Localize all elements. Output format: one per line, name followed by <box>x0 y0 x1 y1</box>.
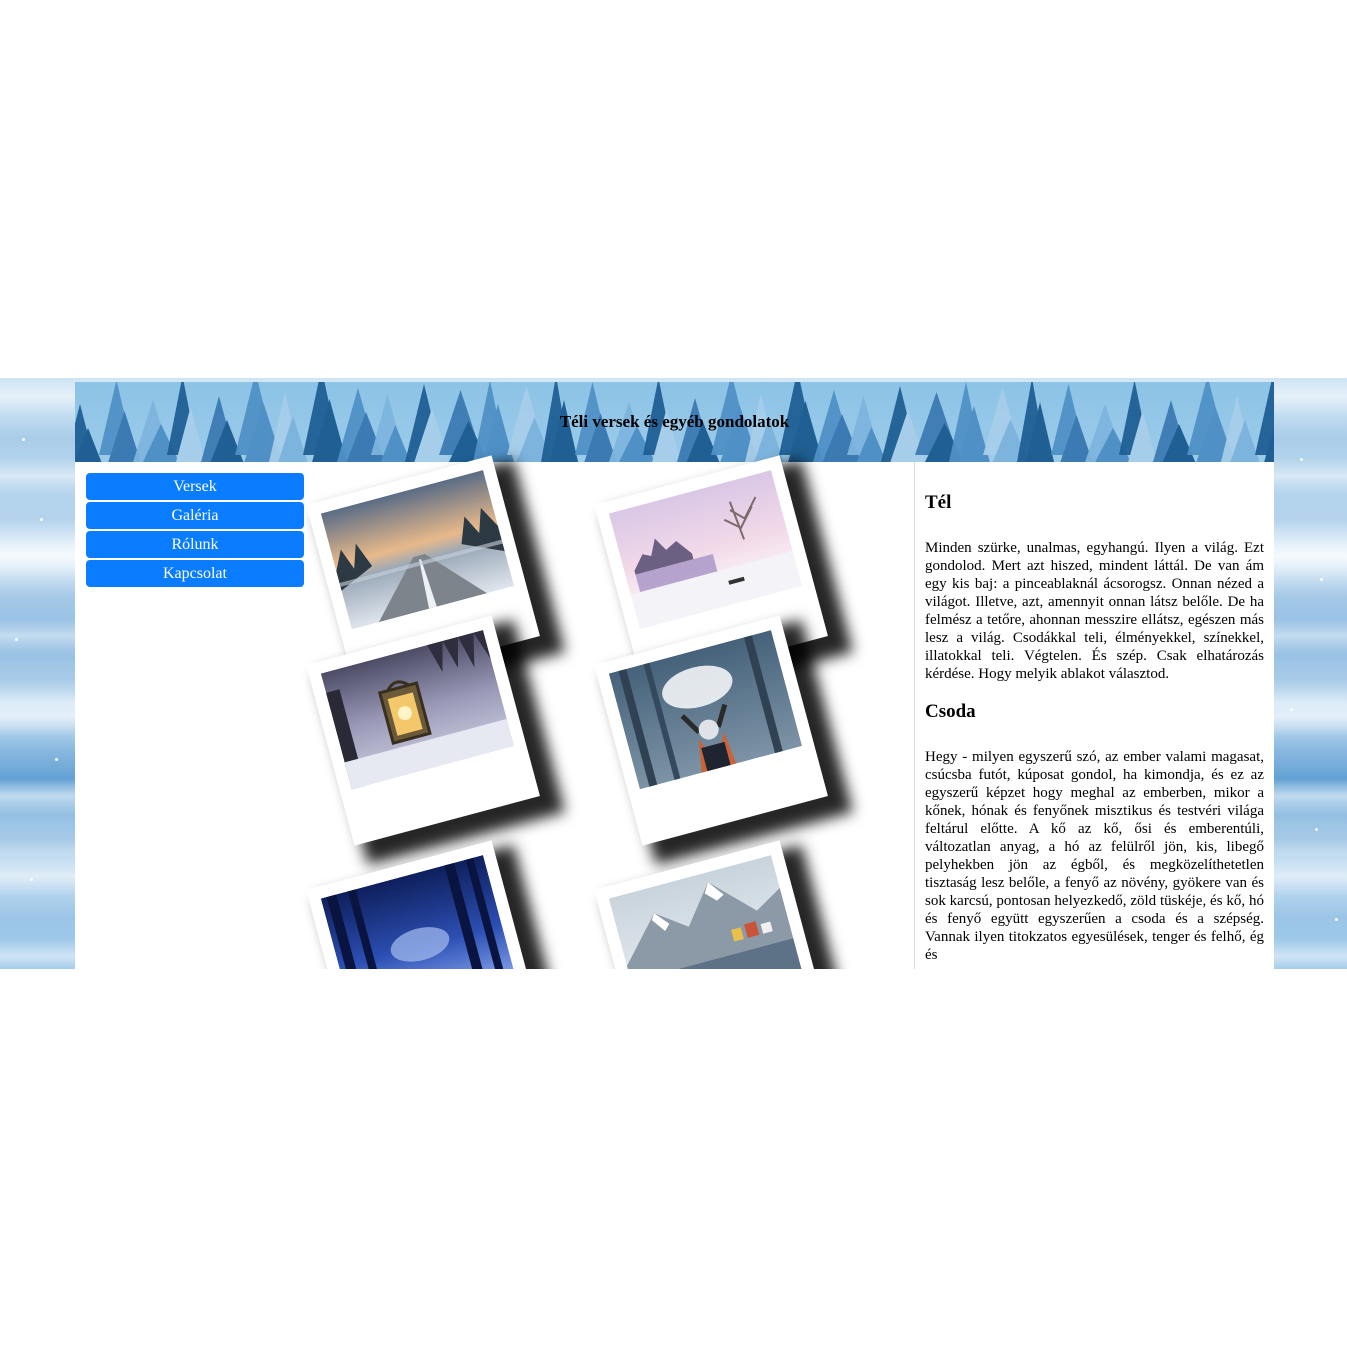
night-snow-forest-photo-icon <box>320 855 515 969</box>
snowy-road-sunset-photo-icon <box>320 470 515 630</box>
content-divider <box>914 462 915 969</box>
site-title: Téli versek és egyéb gondolatok <box>559 412 790 431</box>
section-text-csoda: Hegy - milyen egyszerű szó, az ember val… <box>925 749 1264 963</box>
photo-gallery <box>305 455 913 969</box>
alpine-village-lake-photo-icon <box>608 855 803 969</box>
page-container: Téli versek és egyéb gondolatok Versek G… <box>75 382 1274 969</box>
section-title-tel: Tél <box>925 492 952 513</box>
nav-item-galeria[interactable]: Galéria <box>86 502 304 529</box>
gallery-photo-3[interactable] <box>306 615 540 846</box>
section-text-tel: Minden szürke, unalmas, egyhangú. Ilyen … <box>925 540 1264 682</box>
gallery-photo-4[interactable] <box>594 615 828 846</box>
site-header: Téli versek és egyéb gondolatok <box>75 382 1274 462</box>
girl-throwing-snow-photo-icon <box>608 630 803 790</box>
nav-item-kapcsolat[interactable]: Kapcsolat <box>86 560 304 587</box>
frozen-lake-castle-photo-icon <box>608 470 803 630</box>
section-title-csoda: Csoda <box>925 701 976 722</box>
gallery-photo-5[interactable] <box>306 840 540 969</box>
main-navigation: Versek Galéria Rólunk Kapcsolat <box>86 473 304 589</box>
nav-item-versek[interactable]: Versek <box>86 473 304 500</box>
gallery-photo-6[interactable] <box>594 840 828 969</box>
snow-lantern-photo-icon <box>320 630 515 790</box>
article-column: Tél Minden szürke, unalmas, egyhangú. Il… <box>925 462 1264 964</box>
nav-item-rolunk[interactable]: Rólunk <box>86 531 304 558</box>
